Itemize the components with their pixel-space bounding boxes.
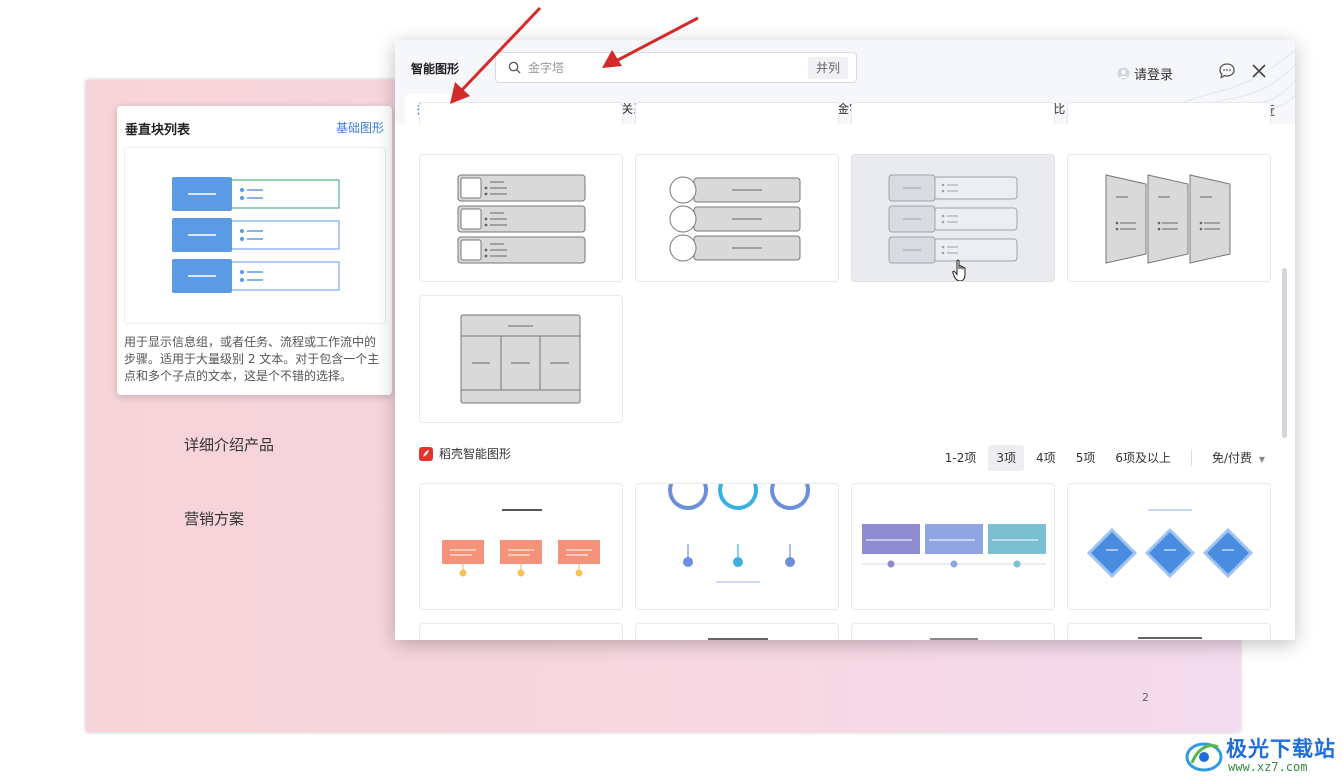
slide-text-marketing[interactable]: 营销方案 — [184, 508, 244, 529]
login-label: 请登录 — [1134, 68, 1174, 83]
slide-text-product[interactable]: 详细介绍产品 — [184, 434, 274, 455]
preview-row-2 — [172, 218, 340, 252]
preview-row-1 — [172, 177, 340, 211]
docer-logo-icon — [419, 446, 433, 461]
filter-1-2[interactable]: 1-2项 — [937, 445, 985, 471]
watermark: 极光下载站 www.xz7.com — [1184, 733, 1336, 777]
red-arrow-icon — [602, 16, 699, 68]
red-arrow-icon — [450, 6, 542, 104]
watermark-url: www.xz7.com — [1228, 760, 1308, 774]
filter-6-plus[interactable]: 6项及以上 — [1107, 445, 1179, 471]
user-icon — [1117, 67, 1130, 80]
watermark-logo-icon — [1185, 742, 1223, 772]
count-filters: 1-2项 3项 4项 5项 6项及以上 免/付费 ▼ — [933, 445, 1265, 471]
filter-divider — [1190, 450, 1192, 466]
basic-graphic-card[interactable] — [851, 154, 1055, 282]
preview-description: 用于显示信息组，或者任务、流程或工作流中的步骤。适用于大量级别 2 文本。对于包… — [124, 335, 380, 383]
basic-graphic-card[interactable] — [635, 154, 839, 282]
template-card[interactable] — [635, 483, 839, 610]
dialog-scrollbar[interactable] — [1282, 268, 1287, 438]
tab-content-spacer — [395, 124, 1295, 154]
preview-image — [124, 147, 386, 324]
chat-icon[interactable] — [1218, 62, 1236, 80]
preview-row-3 — [172, 259, 340, 293]
smart-graphics-dialog: 智能图形 并列 请登录 并列 列表 — [395, 40, 1295, 640]
fee-filter-label: 免/付费 — [1211, 451, 1253, 465]
chevron-down-icon: ▼ — [1258, 455, 1265, 464]
fee-filter-dropdown[interactable]: 免/付费 ▼ — [1204, 445, 1265, 471]
filter-4[interactable]: 4项 — [1028, 445, 1064, 471]
hand-cursor-icon — [952, 259, 966, 281]
template-card[interactable] — [1067, 623, 1271, 640]
filter-3[interactable]: 3项 — [988, 445, 1025, 471]
preview-title: 垂直块列表 — [125, 123, 191, 138]
page-number: 2 — [1142, 691, 1149, 704]
preview-category: 基础图形 — [335, 121, 384, 135]
basic-graphic-card[interactable] — [419, 154, 623, 282]
basic-graphic-card[interactable] — [419, 295, 623, 423]
close-icon[interactable] — [1250, 62, 1268, 80]
template-preview-popup: 垂直块列表 基础图形 用于显示信息组，或者任务、流程或工作流中的步骤。适用于大量… — [117, 106, 392, 395]
docer-section-title: 稻壳智能图形 — [419, 445, 511, 462]
watermark-title: 极光下载站 — [1226, 737, 1336, 761]
login-button[interactable]: 请登录 — [1117, 64, 1173, 83]
search-tag[interactable]: 并列 — [807, 57, 848, 79]
filter-5[interactable]: 5项 — [1068, 445, 1104, 471]
template-card[interactable] — [1067, 483, 1271, 610]
template-card[interactable] — [419, 483, 623, 610]
template-card[interactable] — [635, 623, 839, 640]
basic-graphic-card[interactable] — [1067, 154, 1271, 282]
template-card[interactable] — [851, 483, 1055, 610]
template-card[interactable] — [851, 623, 1055, 640]
template-card[interactable] — [419, 623, 623, 640]
section-label: 稻壳智能图形 — [439, 447, 512, 461]
